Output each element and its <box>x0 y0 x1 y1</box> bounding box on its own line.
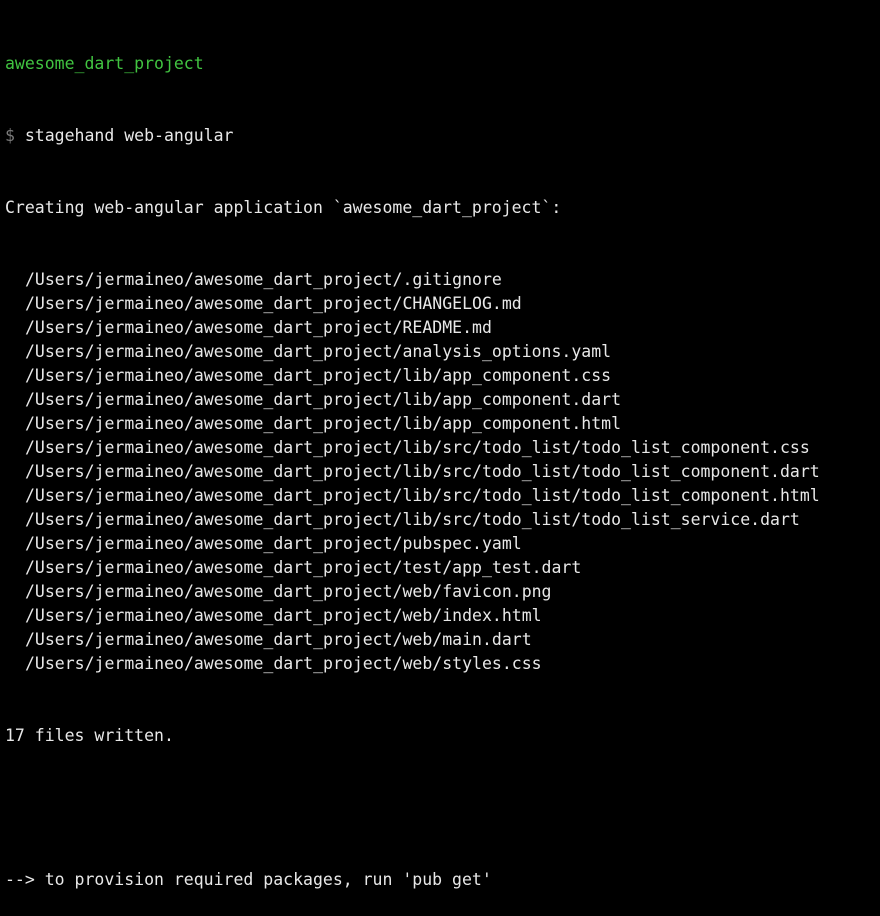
file-path-line: /Users/jermaineo/awesome_dart_project/.g… <box>25 270 502 289</box>
file-path-line: /Users/jermaineo/awesome_dart_project/pu… <box>25 534 522 553</box>
file-path-line: /Users/jermaineo/awesome_dart_project/RE… <box>25 318 492 337</box>
file-path-line: /Users/jermaineo/awesome_dart_project/CH… <box>25 294 522 313</box>
file-path-line: /Users/jermaineo/awesome_dart_project/we… <box>25 654 542 673</box>
file-path-line: /Users/jermaineo/awesome_dart_project/we… <box>25 582 552 601</box>
file-path-line: /Users/jermaineo/awesome_dart_project/li… <box>25 462 820 481</box>
file-list: /Users/jermaineo/awesome_dart_project/.g… <box>5 268 880 676</box>
summary-line: 17 files written. <box>5 726 174 745</box>
file-path-line: /Users/jermaineo/awesome_dart_project/we… <box>25 630 532 649</box>
file-path-line: /Users/jermaineo/awesome_dart_project/li… <box>25 510 800 529</box>
file-path-line: /Users/jermaineo/awesome_dart_project/li… <box>25 414 622 433</box>
file-path-line: /Users/jermaineo/awesome_dart_project/li… <box>25 486 820 505</box>
command-line: $ stagehand web-angular <box>5 124 880 148</box>
file-path-line: /Users/jermaineo/awesome_dart_project/we… <box>25 606 542 625</box>
file-path-line: /Users/jermaineo/awesome_dart_project/te… <box>25 558 582 577</box>
file-path-line: /Users/jermaineo/awesome_dart_project/li… <box>25 438 810 457</box>
hint-line: --> to provision required packages, run … <box>5 870 492 889</box>
file-path-line: /Users/jermaineo/awesome_dart_project/an… <box>25 342 612 361</box>
file-path-line: /Users/jermaineo/awesome_dart_project/li… <box>25 390 622 409</box>
file-path-line: /Users/jermaineo/awesome_dart_project/li… <box>25 366 612 385</box>
creating-message: Creating web-angular application `awesom… <box>5 198 562 217</box>
command-text: stagehand web-angular <box>24 126 234 145</box>
prompt-symbol: $ <box>5 126 15 145</box>
current-directory: awesome_dart_project <box>5 54 204 73</box>
terminal-window[interactable]: awesome_dart_project $ stagehand web-ang… <box>0 0 880 889</box>
